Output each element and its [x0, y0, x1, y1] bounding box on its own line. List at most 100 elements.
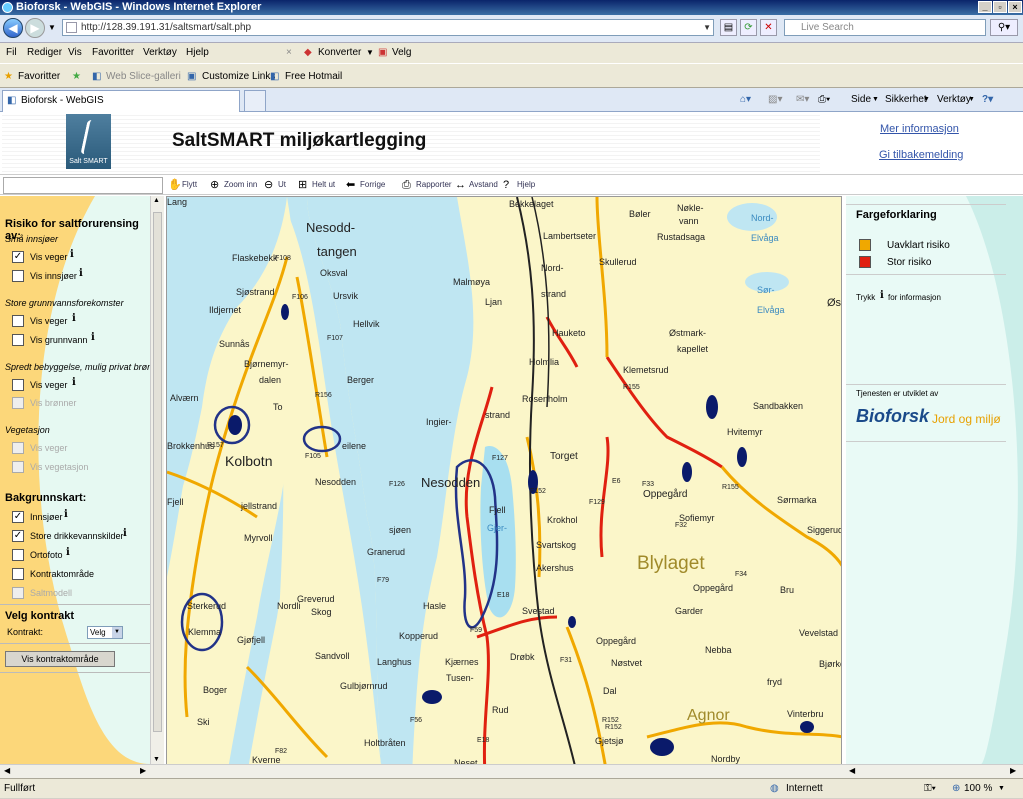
wells-roads-checkbox[interactable]: [12, 379, 24, 391]
help-tool[interactable]: ? Hjelp: [503, 178, 535, 192]
page-menu[interactable]: Side: [851, 88, 871, 112]
previous-tool[interactable]: ⬅ Forrige: [346, 178, 385, 192]
help-icon[interactable]: ?▾: [982, 88, 993, 112]
customize-icon: ▣: [187, 71, 197, 82]
feedback-link[interactable]: Gi tilbakemelding: [879, 149, 963, 161]
maximize-button[interactable]: ▫: [993, 1, 1007, 13]
gw-gw-checkbox[interactable]: [12, 334, 24, 346]
add-favorite-icon[interactable]: ★: [72, 64, 81, 89]
base-lakes-checkbox[interactable]: ✓: [12, 511, 24, 523]
print-icon[interactable]: ⎙▾: [818, 88, 830, 112]
protected-mode-icon[interactable]: ⚿▾: [924, 779, 936, 799]
forward-button[interactable]: ▶: [25, 18, 45, 38]
menu-tools[interactable]: Verktøy: [143, 43, 177, 63]
wells-roads-label: Vis veger: [30, 380, 68, 390]
menu-view[interactable]: Vis: [68, 43, 82, 63]
select-button[interactable]: Velg: [392, 43, 411, 63]
scroll-left-icon[interactable]: ◀: [4, 766, 10, 775]
menu-edit[interactable]: Rediger: [27, 43, 62, 63]
horizontal-scrollbar[interactable]: ◀ ▶ ◀ ▶: [0, 764, 1023, 778]
tab-active[interactable]: ◧ Bioforsk - WebGIS: [2, 90, 240, 112]
back-button[interactable]: ◀: [3, 18, 23, 38]
compat-view-icon[interactable]: ▤: [720, 19, 737, 36]
web-slice-link[interactable]: Web Slice-galleri: [106, 64, 181, 89]
zoom-all-tool[interactable]: ⊞ Helt ut: [298, 178, 335, 192]
zoom-dropdown-icon[interactable]: ▼: [998, 779, 1005, 799]
menu-file[interactable]: Fil: [6, 43, 17, 63]
convert-dropdown-icon[interactable]: ▼: [366, 43, 374, 63]
veg-veg-checkbox[interactable]: [12, 461, 24, 473]
scroll-up-icon[interactable]: ▲: [153, 197, 160, 204]
more-info-link[interactable]: Mer informasjon: [880, 123, 959, 135]
refresh-icon[interactable]: ⟳: [740, 19, 757, 36]
base-ortho-checkbox[interactable]: [12, 549, 24, 561]
search-icon[interactable]: ⚲▾: [990, 19, 1018, 36]
map-place-label: Lang: [167, 197, 188, 207]
scroll-down-icon[interactable]: ▼: [153, 756, 160, 763]
stop-icon[interactable]: ✕: [760, 19, 777, 36]
scroll-right-icon[interactable]: ▶: [140, 766, 146, 775]
toolbar-text-field[interactable]: [3, 177, 163, 194]
base-water-checkbox[interactable]: ✓: [12, 530, 24, 542]
map-place-label: Sør-: [757, 285, 775, 295]
road-number-label: F33: [642, 481, 655, 488]
info-icon[interactable]: i: [91, 332, 95, 343]
show-contract-area-button[interactable]: Vis kontraktområde: [5, 651, 115, 667]
scroll-thumb[interactable]: [153, 212, 162, 732]
panel-scrollbar[interactable]: ▲ ▼: [150, 196, 164, 764]
feeds-icon[interactable]: ▨▾: [768, 88, 782, 112]
favorites-button[interactable]: Favoritter: [18, 64, 60, 89]
contract-select[interactable]: Velg ▼: [87, 626, 123, 639]
distance-tool[interactable]: ↔ Avstand: [455, 178, 498, 192]
url-field[interactable]: http://128.39.191.31/saltsmart/salt.php …: [62, 19, 714, 36]
map-place-label: Gjøfjell: [237, 635, 266, 645]
close-window-button[interactable]: ×: [1008, 1, 1022, 13]
new-tab-button[interactable]: [244, 90, 266, 112]
report-tool[interactable]: ⎙ Rapporter: [402, 178, 452, 192]
lakes-lakes-checkbox[interactable]: [12, 270, 24, 282]
mail-icon[interactable]: ✉▾: [796, 88, 809, 112]
map-place-label: Sørmarka: [777, 495, 817, 505]
history-dropdown-icon[interactable]: ▼: [48, 23, 56, 32]
map-place-label: Nøkle-: [677, 203, 704, 213]
base-contract-checkbox[interactable]: [12, 568, 24, 580]
zoom-out-icon: ⊖: [264, 178, 274, 191]
info-icon[interactable]: i: [72, 313, 76, 324]
info-icon[interactable]: i: [79, 268, 83, 279]
tools-menu[interactable]: Verktøy: [937, 88, 971, 112]
scroll-right-icon[interactable]: ▶: [1010, 766, 1016, 775]
info-icon[interactable]: i: [66, 547, 70, 558]
url-dropdown-icon[interactable]: ▼: [703, 20, 711, 35]
lakes-roads-checkbox[interactable]: ✓: [12, 251, 24, 263]
map-view[interactable]: Bekkelaget Bøler Nøkle-vann Nord- Elvåga Lamb…: [166, 196, 842, 774]
zoom-in-tool[interactable]: ⊕ Zoom inn: [210, 178, 257, 192]
info-icon[interactable]: i: [64, 509, 68, 520]
wells-wells-checkbox[interactable]: [12, 397, 24, 409]
map-place-label: sjøen: [389, 525, 412, 535]
menu-help[interactable]: Hjelp: [186, 43, 209, 63]
zoom-level[interactable]: 100 %: [964, 779, 992, 799]
hotmail-link[interactable]: Free Hotmail: [285, 64, 342, 89]
info-icon[interactable]: i: [72, 377, 76, 388]
info-icon[interactable]: i: [880, 290, 884, 301]
veg-roads-checkbox[interactable]: [12, 442, 24, 454]
gw-roads-label: Vis veger: [30, 316, 68, 326]
home-icon[interactable]: ⌂▾: [740, 88, 751, 112]
info-icon[interactable]: i: [123, 528, 127, 539]
minimize-button[interactable]: _: [978, 1, 992, 13]
security-menu[interactable]: Sikkerhet: [885, 88, 927, 112]
base-salt-checkbox[interactable]: [12, 587, 24, 599]
close-toolbar-icon[interactable]: ×: [286, 43, 292, 63]
zoom-out-tool[interactable]: ⊖ Ut: [264, 178, 286, 192]
gw-roads-checkbox[interactable]: [12, 315, 24, 327]
search-input[interactable]: Live Search: [784, 19, 986, 36]
menu-favorites[interactable]: Favoritter: [92, 43, 134, 63]
scroll-left-icon[interactable]: ◀: [849, 766, 855, 775]
road-number-label: F79: [377, 577, 390, 584]
map-place-label: Kopperud: [399, 631, 439, 641]
convert-icon: ◆: [304, 47, 312, 58]
convert-button[interactable]: Konverter: [318, 43, 361, 63]
customize-links[interactable]: Customize Links: [202, 64, 275, 89]
pan-tool[interactable]: ✋Flytt: [168, 178, 197, 192]
info-icon[interactable]: i: [70, 249, 74, 260]
